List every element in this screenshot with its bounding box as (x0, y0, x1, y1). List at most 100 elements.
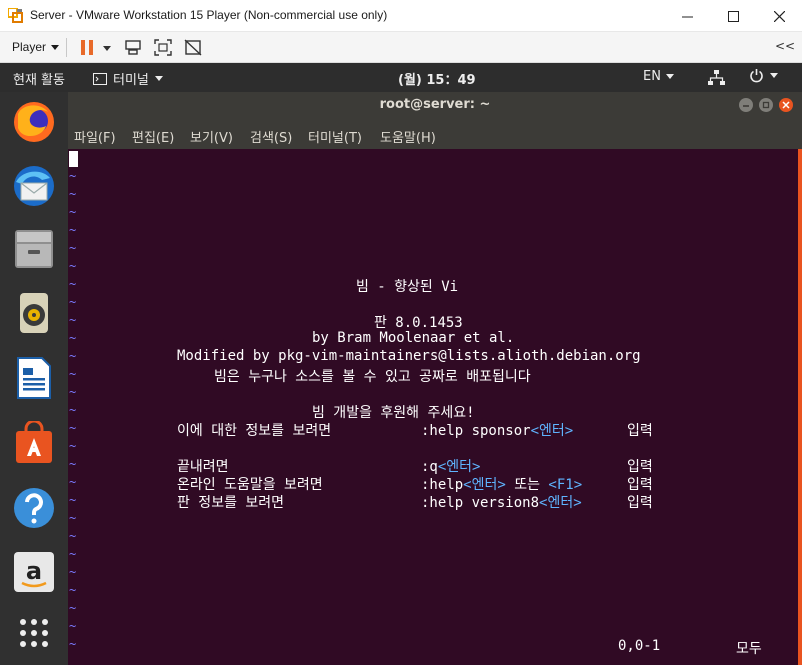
help-row-action: 입력 (627, 423, 653, 439)
window-title: Server - VMware Workstation 15 Player (N… (30, 8, 388, 22)
clock[interactable]: (월) 15：49 (398, 69, 476, 88)
terminal-icon (93, 72, 107, 85)
vim-version-line: 판 8.0.1453 (374, 315, 463, 331)
terminal-close-button[interactable] (779, 98, 793, 112)
vim-license-line: 빔은 누구나 소스를 볼 수 있고 공짜로 배포됩니다 (214, 369, 531, 385)
player-menu-button[interactable]: Player (12, 40, 60, 54)
firefox-icon (14, 102, 54, 142)
send-ctrl-alt-del-icon[interactable] (124, 39, 142, 56)
activities-button[interactable]: 현재 활동 (13, 69, 65, 88)
close-icon (782, 101, 790, 109)
terminal-body[interactable]: ~ ~ ~ ~ ~ ~ ~ ~ ~ ~ ~ ~ ~ ~ ~ ~ ~ ~ ~ ~ ~ ~ ~ ~ ~ ~ ~ 빔 - 향상된 Vi 판… (68, 149, 798, 665)
help-row-command: :help<엔터> 또는 <F1> (421, 477, 583, 493)
help-row-command: :help version8<엔터> (421, 495, 582, 511)
network-icon[interactable] (708, 70, 725, 85)
vim-tilde: ~ (69, 385, 77, 399)
vim-tilde: ~ (69, 493, 77, 507)
writer-icon (17, 357, 51, 399)
dock-files[interactable] (10, 225, 58, 273)
help-row-command: :help sponsor<엔터> (421, 423, 574, 439)
maximize-icon (762, 101, 770, 109)
input-language-button[interactable]: EN (643, 69, 674, 84)
vim-tilde: ~ (69, 637, 77, 651)
vim-title-line: 빔 - 향상된 Vi (356, 279, 459, 295)
dock-software[interactable] (10, 419, 58, 467)
vim-tilde: ~ (69, 457, 77, 471)
help-row-desc: 판 정보를 보려면 (177, 495, 285, 511)
menu-edit[interactable]: 편집(E) (132, 127, 174, 146)
dock-thunderbird[interactable] (10, 162, 58, 210)
dock-rhythmbox[interactable] (10, 289, 58, 337)
menu-search[interactable]: 검색(S) (250, 127, 292, 146)
help-row-key: <엔터> (539, 495, 582, 511)
dock: a (0, 92, 68, 665)
terminal-minimize-button[interactable] (739, 98, 753, 112)
player-menu-label: Player (12, 40, 47, 54)
help-row-action: 입력 (627, 459, 653, 475)
menu-view[interactable]: 보기(V) (190, 127, 233, 146)
vim-tilde: ~ (69, 511, 77, 525)
help-row-key: <엔터> (530, 423, 574, 439)
pause-icon[interactable] (78, 39, 96, 56)
dock-show-apps[interactable] (10, 609, 58, 657)
vim-tilde: ~ (69, 259, 77, 273)
vim-tilde: ~ (69, 313, 77, 327)
system-menu-button[interactable] (749, 68, 778, 83)
amazon-icon: a (14, 552, 54, 592)
vim-tilde: ~ (69, 367, 77, 381)
files-icon (15, 230, 53, 268)
vim-tilde: ~ (69, 349, 77, 363)
vim-tilde: ~ (69, 421, 77, 435)
terminal-titlebar[interactable]: root@server: ~ (68, 92, 802, 118)
collapse-toolbar-button[interactable]: << (775, 39, 795, 53)
dock-help[interactable] (10, 484, 58, 532)
chevron-down-icon (51, 44, 60, 50)
app-menu-label: 터미널 (113, 73, 149, 88)
app-menu-button[interactable]: 터미널 (93, 69, 163, 88)
vim-tilde: ~ (69, 241, 77, 255)
maximize-button[interactable] (710, 0, 756, 32)
vim-tilde: ~ (69, 619, 77, 633)
vim-scroll-position: 모두 (736, 641, 762, 657)
help-row-action: 입력 (627, 477, 653, 493)
chevron-down-icon (665, 74, 674, 79)
terminal-title: root@server: ~ (379, 97, 491, 112)
vmware-toolbar: Player << (0, 32, 802, 63)
dock-amazon[interactable]: a (10, 548, 58, 596)
pause-dropdown-icon[interactable] (103, 46, 111, 51)
vim-tilde: ~ (69, 583, 77, 597)
minimize-icon (681, 16, 693, 17)
vim-tilde: ~ (69, 223, 77, 237)
vim-tilde: ~ (69, 331, 77, 345)
help-row-command: :q<엔터> (421, 459, 481, 475)
vim-tilde: ~ (69, 169, 77, 183)
vmware-titlebar: Server - VMware Workstation 15 Player (N… (0, 0, 802, 32)
menu-terminal[interactable]: 터미널(T) (308, 127, 362, 146)
maximize-icon (727, 10, 739, 22)
unity-mode-icon[interactable] (184, 39, 202, 56)
minimize-button[interactable] (664, 0, 710, 32)
help-row-key: <엔터> (437, 459, 481, 475)
vim-tilde: ~ (69, 601, 77, 615)
full-screen-icon[interactable] (154, 39, 172, 56)
vim-tilde: ~ (69, 187, 77, 201)
menu-file[interactable]: 파일(F) (74, 127, 116, 146)
menu-help[interactable]: 도움말(H) (380, 127, 436, 146)
help-row-desc: 이에 대한 정보를 보려면 (177, 423, 332, 439)
vim-tilde: ~ (69, 439, 77, 453)
vim-tilde: ~ (69, 277, 77, 291)
help-icon (14, 488, 54, 528)
terminal-maximize-button[interactable] (759, 98, 773, 112)
close-button[interactable] (756, 0, 802, 32)
thunderbird-icon (14, 166, 54, 206)
vim-sponsor-heading: 빔 개발을 후원해 주세요! (312, 405, 475, 421)
vim-tilde: ~ (69, 295, 77, 309)
vmware-logo-icon (8, 8, 23, 23)
power-icon (750, 69, 763, 83)
dock-firefox[interactable] (10, 98, 58, 146)
help-row-desc: 온라인 도움말을 보려면 (177, 477, 323, 493)
dock-writer[interactable] (10, 354, 58, 402)
vim-cursor-position: 0,0-1 (618, 638, 661, 654)
close-icon (773, 10, 785, 22)
terminal-scrollbar[interactable] (798, 149, 802, 665)
